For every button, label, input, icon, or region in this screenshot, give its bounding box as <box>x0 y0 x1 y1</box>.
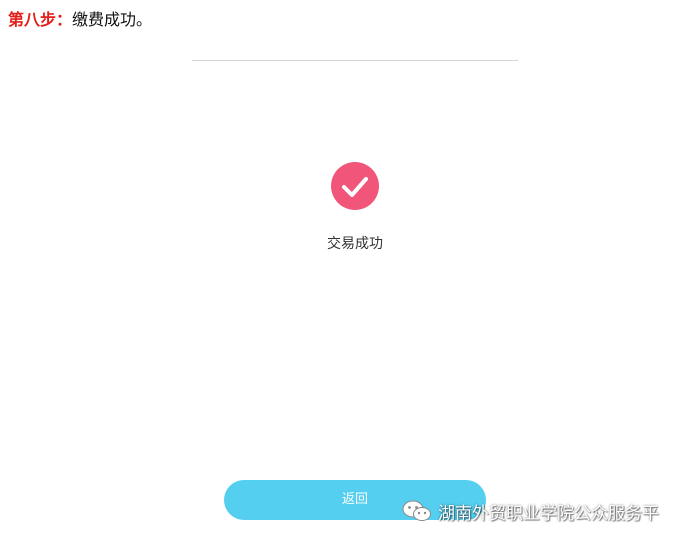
step-heading: 第八步：缴费成功。 <box>8 9 152 31</box>
step-label: 第八步： <box>8 10 73 29</box>
step-text: 缴费成功。 <box>72 10 153 29</box>
wechat-icon <box>402 500 431 521</box>
transaction-status: 交易成功 <box>327 236 383 252</box>
divider <box>192 60 518 61</box>
check-circle-icon <box>331 162 379 210</box>
watermark: 湖南外贸职业学院公众服务平 <box>402 498 659 524</box>
watermark-text: 湖南外贸职业学院公众服务平 <box>438 503 659 524</box>
